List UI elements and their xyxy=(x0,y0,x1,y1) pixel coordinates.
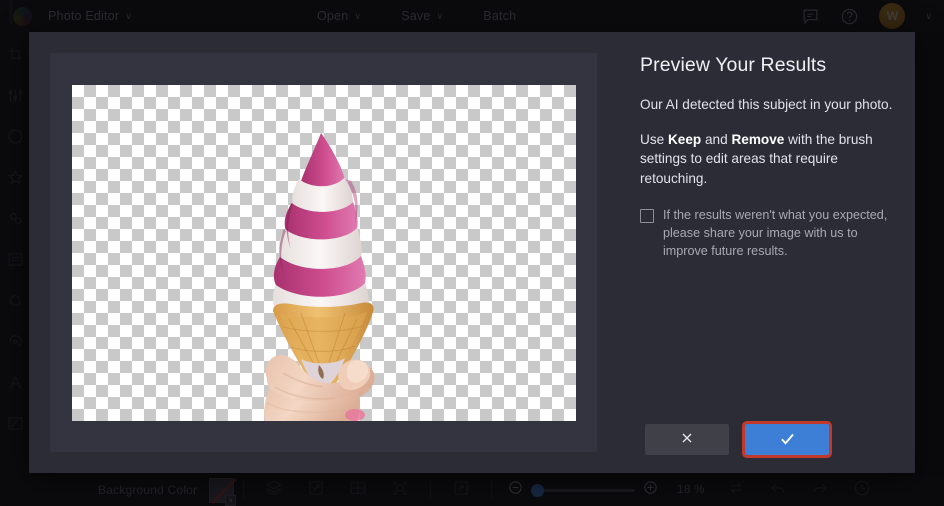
cutout-subject xyxy=(249,127,399,421)
checkmark-icon xyxy=(778,429,797,451)
cancel-button[interactable] xyxy=(645,424,729,455)
results-info-pane: Preview Your Results Our AI detected thi… xyxy=(618,32,915,473)
instructions-paragraph: Use Keep and Remove with the brush setti… xyxy=(640,130,895,189)
keep-keyword: Keep xyxy=(667,131,702,147)
dialog-actions xyxy=(640,424,895,473)
description-paragraph: Our AI detected this subject in your pho… xyxy=(640,97,893,112)
share-image-checkbox-label: If the results weren't what you expected… xyxy=(663,208,888,258)
preview-pane xyxy=(29,32,618,473)
instructions-middle: and xyxy=(701,131,732,147)
preview-results-dialog: Preview Your Results Our AI detected thi… xyxy=(29,32,915,473)
share-image-checkbox[interactable] xyxy=(640,209,654,223)
app-root: Photo Editor ∨ Open ∨ Save ∨ Batch xyxy=(0,0,944,506)
transparency-checkerboard xyxy=(71,84,576,421)
share-image-checkbox-row[interactable]: If the results weren't what you expected… xyxy=(640,206,895,260)
page-title: Preview Your Results xyxy=(640,54,827,76)
instructions-prefix: Use xyxy=(640,131,668,147)
image-preview-canvas[interactable] xyxy=(50,53,597,452)
confirm-button[interactable] xyxy=(745,424,829,455)
close-x-icon xyxy=(679,430,695,449)
remove-keyword: Remove xyxy=(731,131,785,147)
